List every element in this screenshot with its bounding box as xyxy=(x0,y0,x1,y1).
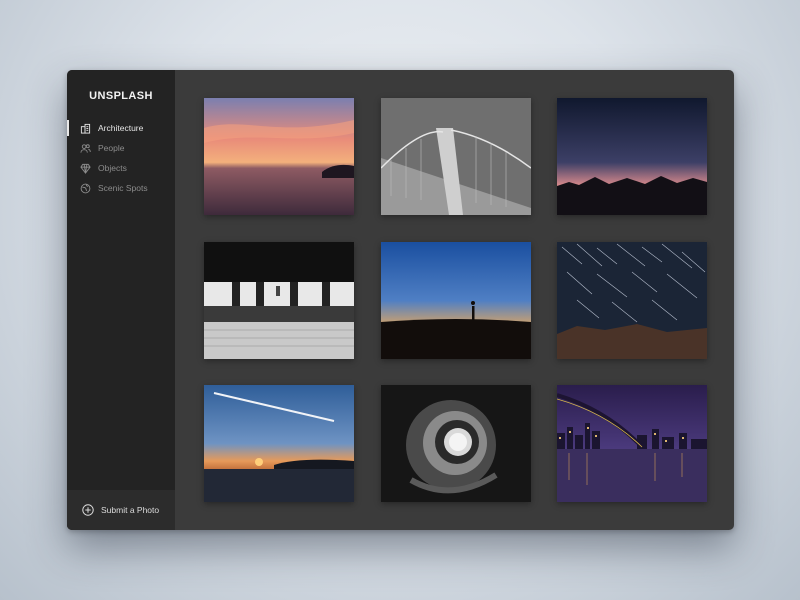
sidebar: UNSPLASH Architecture People Objects Sce… xyxy=(67,70,175,530)
sidebar-item-objects[interactable]: Objects xyxy=(67,158,175,178)
sidebar-item-scenic-spots[interactable]: Scenic Spots xyxy=(67,178,175,198)
sidebar-item-label: Scenic Spots xyxy=(98,183,148,193)
sidebar-nav: Architecture People Objects Scenic Spots xyxy=(67,118,175,198)
app-window: UNSPLASH Architecture People Objects Sce… xyxy=(67,70,734,530)
plus-circle-icon xyxy=(82,504,94,516)
building-icon xyxy=(80,123,91,134)
people-icon xyxy=(80,143,91,154)
globe-icon xyxy=(80,183,91,194)
brand-logo[interactable]: UNSPLASH xyxy=(67,90,175,102)
silhouette-horizon-photo[interactable] xyxy=(381,242,531,359)
submit-photo-button[interactable]: Submit a Photo xyxy=(67,490,175,530)
photo-gallery xyxy=(175,70,734,530)
bridge-tower-photo[interactable] xyxy=(381,98,531,215)
contrail-sunset-photo[interactable] xyxy=(204,385,354,502)
submit-photo-label: Submit a Photo xyxy=(101,505,160,515)
city-bridge-night-photo[interactable] xyxy=(557,385,707,502)
sidebar-item-people[interactable]: People xyxy=(67,138,175,158)
sidebar-item-label: People xyxy=(98,143,125,153)
sunset-sea-photo[interactable] xyxy=(204,98,354,215)
mountain-dusk-photo[interactable] xyxy=(557,98,707,215)
sidebar-item-label: Objects xyxy=(98,163,127,173)
sidebar-item-label: Architecture xyxy=(98,123,144,133)
subway-station-photo[interactable] xyxy=(204,242,354,359)
spiral-staircase-photo[interactable] xyxy=(381,385,531,502)
sidebar-item-architecture[interactable]: Architecture xyxy=(67,118,175,138)
star-trails-photo[interactable] xyxy=(557,242,707,359)
diamond-icon xyxy=(80,163,91,174)
